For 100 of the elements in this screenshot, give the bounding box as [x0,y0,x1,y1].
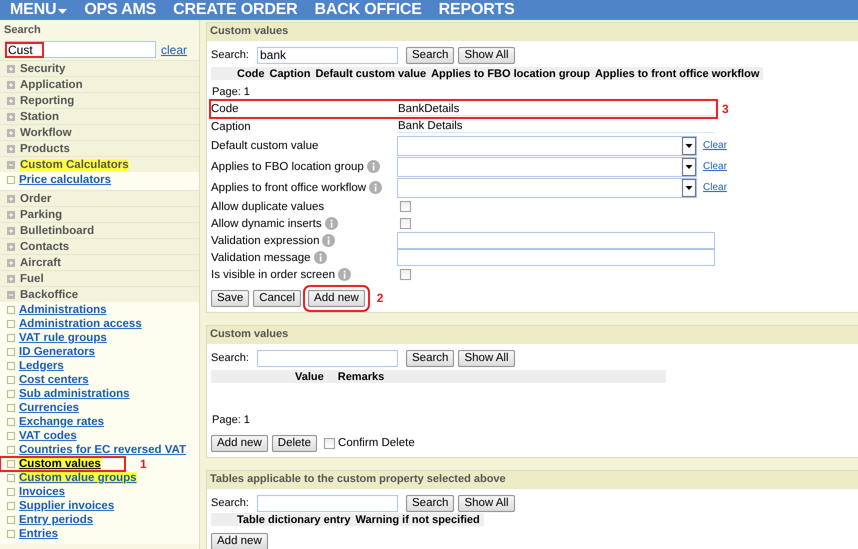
clear-link[interactable]: Clear [703,161,727,172]
menu-item[interactable]: BACK OFFICE [314,1,422,19]
dropdown[interactable] [397,178,697,198]
column-header[interactable]: Table dictionary entry [237,514,350,526]
menu-link[interactable]: Exchange rates [19,416,104,428]
menu-link[interactable]: Currencies [19,402,80,414]
menu-group[interactable]: Backoffice [0,286,199,302]
clear-link[interactable]: clear [161,42,188,56]
input-field[interactable] [397,249,715,266]
expand-icon [7,96,15,104]
menu-group[interactable]: Parking [0,206,199,222]
search-field[interactable] [257,350,398,366]
menu-link[interactable]: Ledgers [19,360,64,372]
column-header[interactable]: Applies to front office workflow [594,68,760,80]
info-icon[interactable] [324,217,338,230]
menu-item[interactable]: OPS AMS [84,1,156,19]
search-field[interactable]: bank [257,46,398,64]
menu-group[interactable]: Contacts [0,238,199,254]
column-header[interactable]: Value [295,370,324,382]
menu-link[interactable]: VAT codes [19,430,77,442]
menu-group[interactable]: Fuel [0,270,199,286]
action-button[interactable]: Cancel [253,290,302,306]
callout-number: 2 [376,291,384,305]
info-icon[interactable] [322,234,336,247]
menu-item[interactable]: MENU [10,1,68,19]
show-all-button[interactable]: Show All [458,350,515,366]
clear-link[interactable]: Clear [703,140,727,151]
column-header[interactable]: Code [237,68,264,80]
search-label: Search: [211,49,250,61]
menu-link[interactable]: Custom values [19,458,101,470]
dropdown[interactable] [397,136,697,156]
column-header[interactable]: Caption [270,68,310,80]
menu-group[interactable]: Workflow [0,124,199,140]
input-field[interactable] [397,232,715,249]
checkbox[interactable] [324,438,336,448]
menu-group[interactable]: Station [0,108,199,124]
action-button[interactable]: Add new [211,532,268,549]
info-icon[interactable] [338,268,351,281]
caret-icon [58,8,68,14]
field-label: Allow dynamic inserts [211,218,322,230]
field-value: BankDetails [397,102,714,116]
field-value: Bank Details [397,120,714,133]
menu-link[interactable]: Sub administrations [19,388,130,400]
menu-link[interactable]: Entry periods [19,514,94,526]
field-label: Validation message [211,252,311,264]
action-button[interactable]: Save [211,290,250,306]
show-all-button[interactable]: Show All [458,494,515,512]
menu-link[interactable]: Invoices [19,486,66,498]
search-button[interactable]: Search [406,494,454,512]
menu-link[interactable]: Administrations [19,304,107,316]
search-field[interactable] [257,494,398,512]
menu-group[interactable]: Security [0,60,199,76]
menu-item[interactable]: CREATE ORDER [173,1,298,19]
menu-group[interactable]: Aircraft [0,254,199,270]
collapse-icon [7,290,15,298]
menu-link[interactable]: ID Generators [19,346,96,358]
column-header[interactable]: Default custom value [315,68,426,80]
info-icon[interactable] [369,181,382,194]
menu-group[interactable]: Application [0,76,199,92]
expand-icon [7,80,15,88]
menu-item[interactable]: REPORTS [438,1,515,19]
field-label: Is visible in order screen [211,268,335,280]
menu-link[interactable]: Cost centers [19,374,89,386]
search-field[interactable]: Cust [5,41,156,58]
clear-link[interactable]: Clear [703,182,727,193]
column-header[interactable]: Applies to FBO location group [431,68,590,80]
search-label: Search [3,23,42,38]
menu-group[interactable]: Custom Calculators [0,156,199,172]
menu-group[interactable]: Bulletinboard [0,222,199,238]
expand-icon [7,112,15,120]
info-icon[interactable] [366,160,380,173]
panel-title: Custom values [207,326,858,344]
expand-icon [7,64,15,72]
menu-link[interactable]: Entries [19,528,58,540]
info-icon[interactable] [314,251,327,264]
field-label: Default custom value [211,140,318,152]
menu-link[interactable]: Supplier invoices [19,500,114,512]
column-header[interactable]: Remarks [338,370,384,382]
menu-group[interactable]: Reporting [0,92,199,108]
dropdown[interactable] [397,156,697,176]
search-button[interactable]: Search [406,46,454,64]
field-label: Code [211,103,238,115]
menu-link[interactable]: Countries for EC reversed VAT [19,444,186,456]
menu-link[interactable]: VAT rule groups [19,332,107,344]
action-button[interactable]: Add new [211,434,268,452]
checkbox[interactable] [400,201,411,212]
search-label: Search: [211,352,250,364]
menu-group[interactable]: Order [0,190,199,206]
expand-icon [7,258,15,266]
menu-link[interactable]: Custom value groups [19,472,137,484]
checkbox[interactable] [400,269,411,280]
checkbox[interactable] [400,218,411,229]
menu-group[interactable]: Products [0,140,199,156]
menu-link[interactable]: Administration access [19,318,142,330]
show-all-button[interactable]: Show All [458,46,515,64]
field-label: Applies to FBO location group [211,160,364,172]
column-header[interactable]: Warning if not specified [356,514,480,526]
search-button[interactable]: Search [406,350,454,366]
action-button[interactable]: Delete [272,434,318,452]
bullet-icon [7,176,15,184]
